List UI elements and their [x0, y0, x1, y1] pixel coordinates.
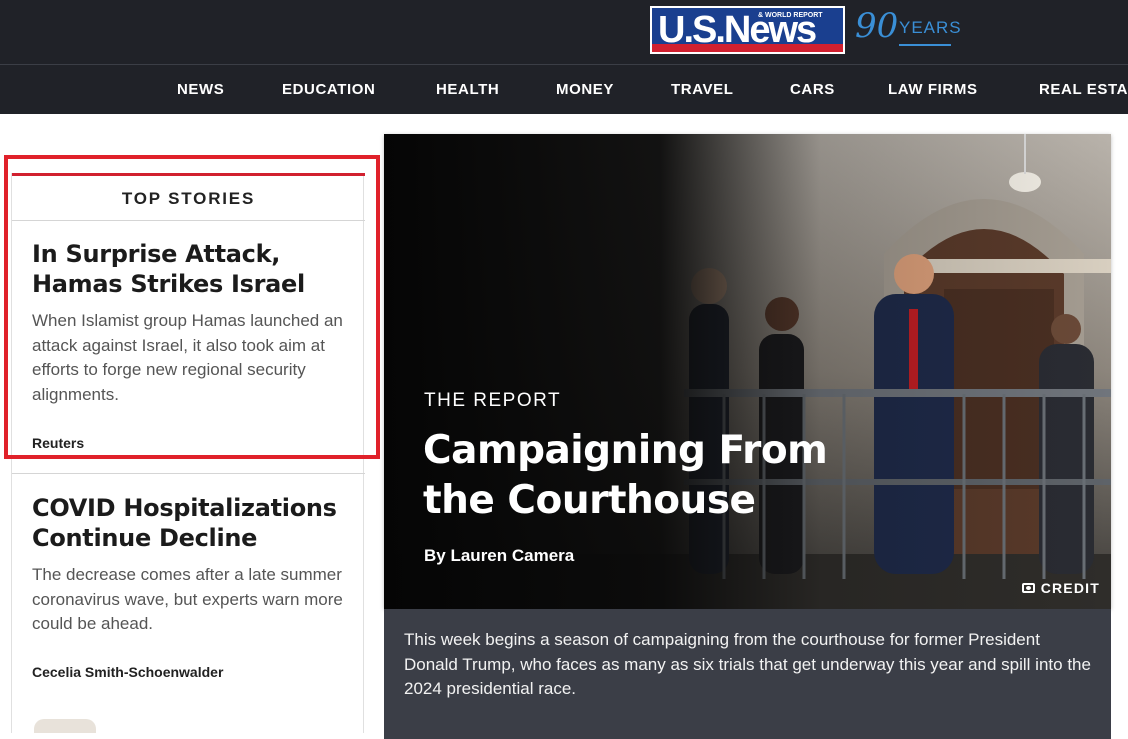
anniversary-underline [899, 44, 951, 46]
logo-subtext: & WORLD REPORT [758, 12, 823, 19]
top-stories-title: TOP STORIES [121, 189, 256, 208]
anniversary-label: YEARS [899, 18, 962, 37]
nav-item-health[interactable]: HEALTH [436, 81, 499, 98]
story-card[interactable]: COVID Hospitalizations Continue Decline … [32, 493, 352, 637]
camera-icon [1021, 583, 1035, 593]
story-headline[interactable]: COVID Hospitalizations Continue Decline [32, 493, 352, 553]
story-source[interactable]: Reuters [32, 435, 84, 451]
masthead: U.S.News & WORLD REPORT 90 YEARS [0, 0, 1128, 64]
hero-kicker[interactable]: THE REPORT [424, 390, 561, 412]
nav-item-travel[interactable]: TRAVEL [671, 81, 734, 98]
nav-item-cars[interactable]: CARS [790, 81, 835, 98]
hero-feature[interactable]: THE REPORT Campaigning From the Courthou… [384, 134, 1111, 609]
story-author[interactable]: Cecelia Smith-Schoenwalder [32, 664, 223, 680]
byline-prefix: By [424, 546, 446, 565]
story-description: When Islamist group Hamas launched an at… [32, 311, 343, 404]
hero-title[interactable]: Campaigning From the Courthouse [423, 426, 863, 526]
anniversary-number: 90 [855, 6, 899, 46]
nav-item-real-estate[interactable]: REAL ESTA [1039, 81, 1128, 98]
story-thumbnail[interactable] [34, 719, 96, 733]
hero-photo[interactable] [384, 134, 1111, 609]
nav-item-news[interactable]: NEWS [177, 81, 224, 98]
logo-red-stripe [652, 44, 843, 52]
story-divider [12, 473, 365, 474]
nav-item-law-firms[interactable]: LAW FIRMS [888, 81, 978, 98]
main-nav: NEWS EDUCATION HEALTH MONEY TRAVEL CARS … [0, 64, 1128, 114]
story-headline[interactable]: In Surprise Attack, Hamas Strikes Israel [32, 239, 352, 299]
story-description: The decrease comes after a late summer c… [32, 565, 343, 633]
credit-label: CREDIT [1040, 580, 1100, 596]
hero-author[interactable]: Lauren Camera [450, 546, 574, 565]
usnews-logo[interactable]: U.S.News & WORLD REPORT [650, 6, 845, 54]
photo-credit-button[interactable]: CREDIT [1021, 580, 1100, 596]
nav-item-money[interactable]: MONEY [556, 81, 614, 98]
story-card[interactable]: In Surprise Attack, Hamas Strikes Israel… [32, 239, 352, 407]
hero-caption-box: This week begins a season of campaigning… [384, 609, 1111, 739]
hero-caption: This week begins a season of campaigning… [404, 630, 1091, 698]
anniversary-badge: 90 YEARS [855, 6, 961, 48]
hero-byline: By Lauren Camera [424, 546, 574, 566]
top-stories-header: TOP STORIES [12, 176, 365, 221]
top-stories-panel: TOP STORIES In Surprise Attack, Hamas St… [11, 173, 365, 733]
nav-item-education[interactable]: EDUCATION [282, 81, 375, 98]
